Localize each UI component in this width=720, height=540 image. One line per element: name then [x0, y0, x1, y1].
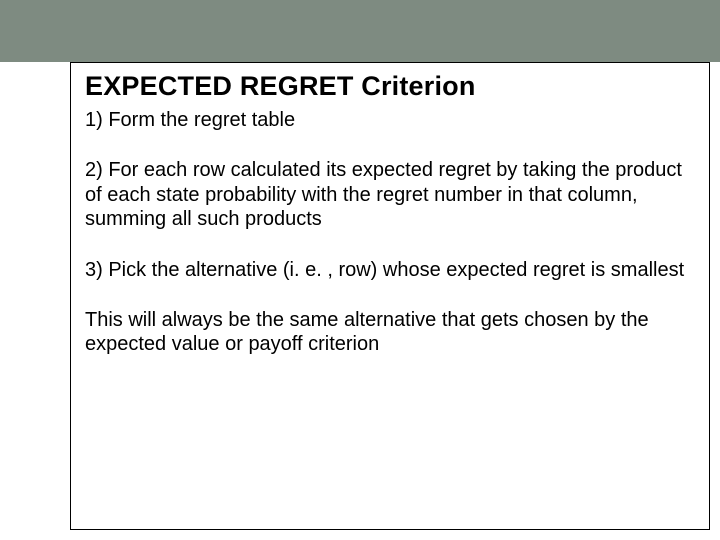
step-3: 3) Pick the alternative (i. e. , row) wh… [85, 258, 695, 282]
slide-title: EXPECTED REGRET Criterion [85, 71, 695, 102]
slide-body: 1) Form the regret table 2) For each row… [85, 108, 695, 357]
slide-card: EXPECTED REGRET Criterion 1) Form the re… [70, 62, 710, 530]
step-1: 1) Form the regret table [85, 108, 695, 132]
slide-note: This will always be the same alternative… [85, 308, 695, 357]
header-band [0, 0, 720, 62]
step-2: 2) For each row calculated its expected … [85, 158, 695, 231]
